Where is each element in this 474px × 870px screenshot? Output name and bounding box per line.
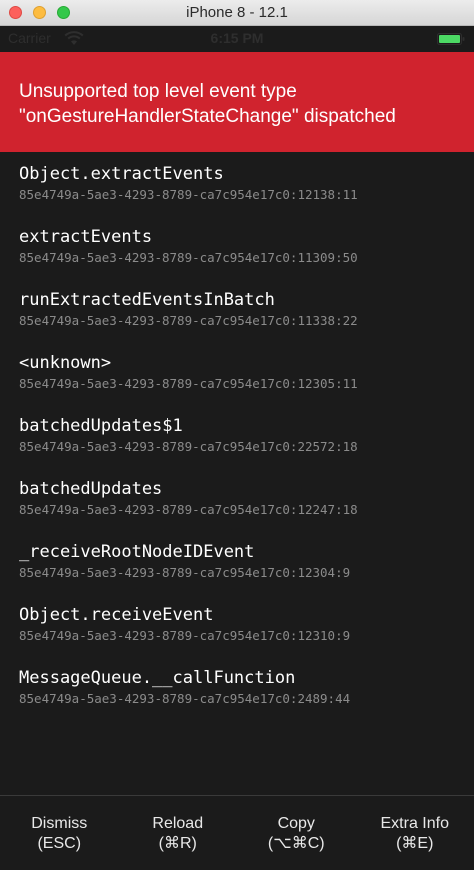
stack-frame[interactable]: <unknown> 85e4749a-5ae3-4293-8789-ca7c95…	[19, 353, 459, 393]
error-message: Unsupported top level event type "onGest…	[19, 81, 396, 127]
stack-frame[interactable]: batchedUpdates$1 85e4749a-5ae3-4293-8789…	[19, 416, 459, 456]
stack-frame-function: MessageQueue.__callFunction	[19, 668, 296, 688]
dismiss-label: Dismiss	[31, 815, 88, 832]
stack-frame-function: extractEvents	[19, 227, 153, 247]
stack-frame[interactable]: _receiveRootNodeIDEvent 85e4749a-5ae3-42…	[19, 542, 459, 582]
stack-frame[interactable]: runExtractedEventsInBatch 85e4749a-5ae3-…	[19, 290, 459, 330]
reload-label: Reload	[152, 815, 204, 832]
stack-frame-location: 85e4749a-5ae3-4293-8789-ca7c954e17c0:123…	[19, 376, 358, 391]
simulator-window: iPhone 8 - 12.1 Carrier 6:15 PM Unsuppor…	[0, 0, 474, 870]
extra-info-label: Extra Info	[380, 815, 449, 832]
error-banner: Unsupported top level event type "onGest…	[0, 52, 474, 152]
stack-frame[interactable]: batchedUpdates 85e4749a-5ae3-4293-8789-c…	[19, 479, 459, 519]
ios-status-bar: Carrier 6:15 PM	[0, 26, 474, 52]
battery-icon	[437, 33, 465, 45]
extra-info-shortcut: (⌘E)	[396, 835, 434, 852]
window-titlebar[interactable]: iPhone 8 - 12.1	[0, 0, 474, 26]
stack-frame[interactable]: MessageQueue.__callFunction 85e4749a-5ae…	[19, 668, 459, 708]
stack-frame-location: 85e4749a-5ae3-4293-8789-ca7c954e17c0:123…	[19, 565, 351, 580]
stack-frame[interactable]: extractEvents 85e4749a-5ae3-4293-8789-ca…	[19, 227, 459, 267]
stack-frame-function: Object.extractEvents	[19, 164, 224, 184]
stack-trace-list[interactable]: Object.extractEvents 85e4749a-5ae3-4293-…	[0, 152, 474, 795]
copy-label: Copy	[277, 815, 315, 832]
stack-frame-function: runExtractedEventsInBatch	[19, 290, 275, 310]
stack-frame-location: 85e4749a-5ae3-4293-8789-ca7c954e17c0:122…	[19, 502, 358, 517]
reload-shortcut: (⌘R)	[158, 835, 197, 852]
stack-frame-function: <unknown>	[19, 353, 112, 373]
stack-frame-function: Object.receiveEvent	[19, 605, 214, 625]
stack-frame[interactable]: Object.receiveEvent 85e4749a-5ae3-4293-8…	[19, 605, 459, 645]
redbox-toolbar: Dismiss (ESC) Reload (⌘R) Copy (⌥⌘C) Ext…	[0, 795, 474, 870]
stack-frame-function: batchedUpdates$1	[19, 416, 183, 436]
stack-frame-location: 85e4749a-5ae3-4293-8789-ca7c954e17c0:248…	[19, 691, 351, 706]
stack-frame-function: batchedUpdates	[19, 479, 163, 499]
copy-button[interactable]: Copy (⌥⌘C)	[237, 796, 356, 870]
reload-button[interactable]: Reload (⌘R)	[119, 796, 238, 870]
stack-frame-location: 85e4749a-5ae3-4293-8789-ca7c954e17c0:113…	[19, 313, 358, 328]
extra-info-button[interactable]: Extra Info (⌘E)	[356, 796, 474, 870]
window-title: iPhone 8 - 12.1	[186, 4, 288, 21]
copy-shortcut: (⌥⌘C)	[267, 835, 325, 852]
stack-frame-location: 85e4749a-5ae3-4293-8789-ca7c954e17c0:225…	[19, 439, 358, 454]
stack-frame[interactable]: Object.extractEvents 85e4749a-5ae3-4293-…	[19, 164, 459, 204]
stack-frame-location: 85e4749a-5ae3-4293-8789-ca7c954e17c0:113…	[19, 250, 358, 265]
dismiss-button[interactable]: Dismiss (ESC)	[0, 796, 119, 870]
stack-frame-function: _receiveRootNodeIDEvent	[19, 542, 255, 562]
status-time: 6:15 PM	[210, 30, 264, 46]
stack-frame-location: 85e4749a-5ae3-4293-8789-ca7c954e17c0:121…	[19, 187, 358, 202]
stack-frame-location: 85e4749a-5ae3-4293-8789-ca7c954e17c0:123…	[19, 628, 351, 643]
dismiss-shortcut: (ESC)	[37, 835, 82, 852]
